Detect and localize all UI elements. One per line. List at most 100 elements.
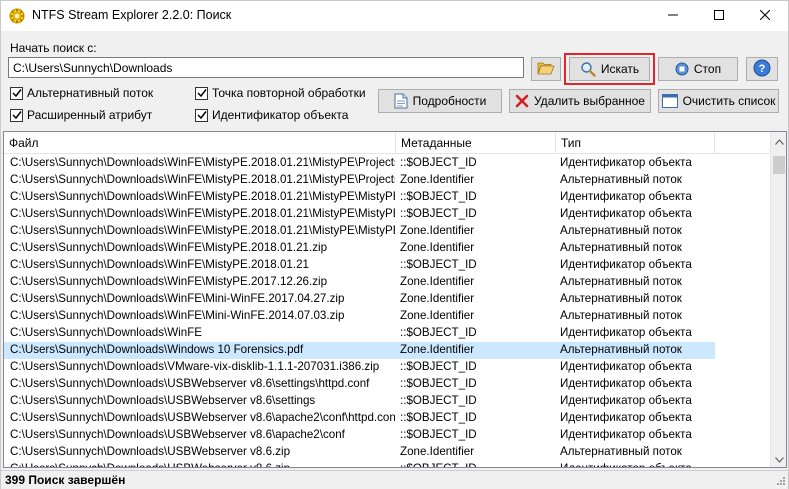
start-path-input[interactable] [8, 57, 524, 78]
browse-folder-button[interactable] [531, 57, 561, 81]
cell-metadata: ::$OBJECT_ID [400, 428, 477, 441]
clear-list-button[interactable]: Очистить список [658, 89, 779, 113]
title-bar[interactable]: NTFS Stream Explorer 2.2.0: Поиск [1, 1, 788, 31]
help-button[interactable]: ? [746, 57, 778, 81]
cell-metadata: ::$OBJECT_ID [400, 377, 477, 390]
cell-file: C:\Users\Sunnych\Downloads\USBWebserver … [10, 411, 395, 424]
cell-metadata: Zone.Identifier [400, 445, 475, 458]
table-row[interactable]: C:\Users\Sunnych\Downloads\WinFE::$OBJEC… [4, 325, 770, 342]
object-id-checkbox[interactable] [195, 108, 208, 122]
option-extended-attr[interactable]: Расширенный атрибут [10, 108, 152, 122]
table-row[interactable]: C:\Users\Sunnych\Downloads\USBWebserver … [4, 376, 770, 393]
cell-metadata: ::$OBJECT_ID [400, 326, 477, 339]
details-button[interactable]: Подробности [378, 89, 502, 113]
column-header-metadata[interactable]: Метаданные [396, 132, 556, 154]
cell-metadata: Zone.Identifier [400, 173, 475, 186]
scroll-up-button[interactable] [771, 132, 786, 149]
results-list[interactable]: Файл Метаданные Тип C:\Users\Sunnych\Dow… [3, 131, 787, 468]
help-icon: ? [753, 59, 771, 80]
cell-file: C:\Users\Sunnych\Downloads\WinFE\MistyPE… [10, 224, 395, 237]
chevron-up-icon [775, 134, 784, 148]
table-row[interactable]: C:\Users\Sunnych\Downloads\WinFE\MistyPE… [4, 206, 770, 223]
stop-button[interactable]: Стоп [658, 57, 738, 81]
object-id-label: Идентификатор объекта [212, 108, 349, 122]
table-row[interactable]: C:\Users\Sunnych\Downloads\WinFE\Mini-Wi… [4, 291, 770, 308]
details-button-label: Подробности [412, 94, 487, 108]
scroll-thumb[interactable] [773, 156, 785, 174]
cell-metadata: Zone.Identifier [400, 343, 475, 356]
table-row[interactable]: C:\Users\Sunnych\Downloads\Windows 10 Fo… [4, 342, 770, 359]
delete-selected-button[interactable]: Удалить выбранное [509, 89, 651, 113]
option-object-id[interactable]: Идентификатор объекта [195, 108, 348, 122]
close-button[interactable] [742, 1, 788, 31]
table-row[interactable]: C:\Users\Sunnych\Downloads\VMware-vix-di… [4, 359, 770, 376]
scroll-down-button[interactable] [771, 450, 786, 467]
table-row[interactable]: C:\Users\Sunnych\Downloads\WinFE\MistyPE… [4, 257, 770, 274]
table-row[interactable]: C:\Users\Sunnych\Downloads\USBWebserver … [4, 444, 770, 461]
close-icon [759, 9, 771, 23]
cell-file: C:\Users\Sunnych\Downloads\WinFE\MistyPE… [10, 258, 309, 271]
stop-icon [675, 62, 689, 76]
table-row[interactable]: C:\Users\Sunnych\Downloads\WinFE\MistyPE… [4, 274, 770, 291]
cell-type: Идентификатор объекта [560, 428, 692, 441]
cell-metadata: Zone.Identifier [400, 241, 475, 254]
reparse-point-label: Точка повторной обработки [212, 86, 366, 100]
cell-metadata: ::$OBJECT_ID [400, 411, 477, 424]
table-row[interactable]: C:\Users\Sunnych\Downloads\WinFE\MistyPE… [4, 240, 770, 257]
cell-type: Идентификатор объекта [560, 258, 692, 271]
maximize-button[interactable] [696, 1, 742, 31]
column-header-type[interactable]: Тип [556, 132, 715, 154]
table-row[interactable]: C:\Users\Sunnych\Downloads\WinFE\Mini-Wi… [4, 308, 770, 325]
cell-metadata: ::$OBJECT_ID [400, 258, 477, 271]
reparse-point-checkbox[interactable] [195, 86, 208, 100]
search-button-label: Искать [600, 62, 640, 76]
cell-file: C:\Users\Sunnych\Downloads\WinFE\MistyPE… [10, 156, 395, 169]
cell-file: C:\Users\Sunnych\Downloads\WinFE\MistyPE… [10, 275, 328, 288]
option-alt-stream[interactable]: Альтернативный поток [10, 86, 153, 100]
cell-type: Идентификатор объекта [560, 377, 692, 390]
search-button[interactable]: Искать [569, 57, 650, 81]
cell-type: Альтернативный поток [560, 343, 682, 356]
resize-grip-icon[interactable] [774, 476, 786, 488]
cell-file: C:\Users\Sunnych\Downloads\WinFE\MistyPE… [10, 190, 395, 203]
cell-type: Альтернативный поток [560, 173, 682, 186]
table-row[interactable]: C:\Users\Sunnych\Downloads\WinFE\MistyPE… [4, 155, 770, 172]
cell-type: Идентификатор объекта [560, 207, 692, 220]
table-row[interactable]: C:\Users\Sunnych\Downloads\WinFE\MistyPE… [4, 189, 770, 206]
alt-stream-checkbox[interactable] [10, 86, 23, 100]
results-body: C:\Users\Sunnych\Downloads\WinFE\MistyPE… [4, 155, 770, 467]
option-reparse-point[interactable]: Точка повторной обработки [195, 86, 366, 100]
extended-attr-checkbox[interactable] [10, 108, 23, 122]
folder-open-icon [537, 61, 555, 78]
cell-file: C:\Users\Sunnych\Downloads\USBWebserver … [10, 462, 395, 467]
cell-file: C:\Users\Sunnych\Downloads\USBWebserver … [10, 445, 291, 458]
chevron-down-icon [775, 452, 784, 466]
cell-type: Альтернативный поток [560, 292, 682, 305]
cell-type: Идентификатор объекта [560, 462, 715, 467]
table-row[interactable]: C:\Users\Sunnych\Downloads\USBWebserver … [4, 410, 770, 427]
delete-button-label: Удалить выбранное [534, 94, 645, 108]
cell-type: Идентификатор объекта [560, 411, 692, 424]
cell-type: Идентификатор объекта [560, 190, 692, 203]
magnifier-icon [580, 61, 596, 77]
cell-file: C:\Users\Sunnych\Downloads\WinFE\Mini-Wi… [10, 292, 345, 305]
cell-metadata: ::$OBJECT_ID [400, 156, 477, 169]
table-row[interactable]: C:\Users\Sunnych\Downloads\USBWebserver … [4, 461, 770, 467]
table-row[interactable]: C:\Users\Sunnych\Downloads\WinFE\MistyPE… [4, 223, 770, 240]
cell-type: Идентификатор объекта [560, 156, 692, 169]
cell-file: C:\Users\Sunnych\Downloads\WinFE\MistyPE… [10, 173, 395, 186]
cell-metadata: ::$OBJECT_ID [400, 394, 477, 407]
table-row[interactable]: C:\Users\Sunnych\Downloads\USBWebserver … [4, 427, 770, 444]
cell-file: C:\Users\Sunnych\Downloads\USBWebserver … [10, 377, 370, 390]
cell-metadata: Zone.Identifier [400, 292, 475, 305]
extended-attr-label: Расширенный атрибут [27, 108, 153, 122]
cell-metadata: Zone.Identifier [400, 309, 475, 322]
vertical-scrollbar[interactable] [770, 132, 786, 467]
cell-metadata: ::$OBJECT_ID [400, 360, 477, 373]
column-header-file[interactable]: Файл [4, 132, 396, 154]
svg-text:?: ? [759, 63, 766, 75]
cell-metadata: ::$OBJECT_ID [400, 207, 477, 220]
table-row[interactable]: C:\Users\Sunnych\Downloads\WinFE\MistyPE… [4, 172, 770, 189]
minimize-button[interactable] [650, 1, 696, 31]
table-row[interactable]: C:\Users\Sunnych\Downloads\USBWebserver … [4, 393, 770, 410]
